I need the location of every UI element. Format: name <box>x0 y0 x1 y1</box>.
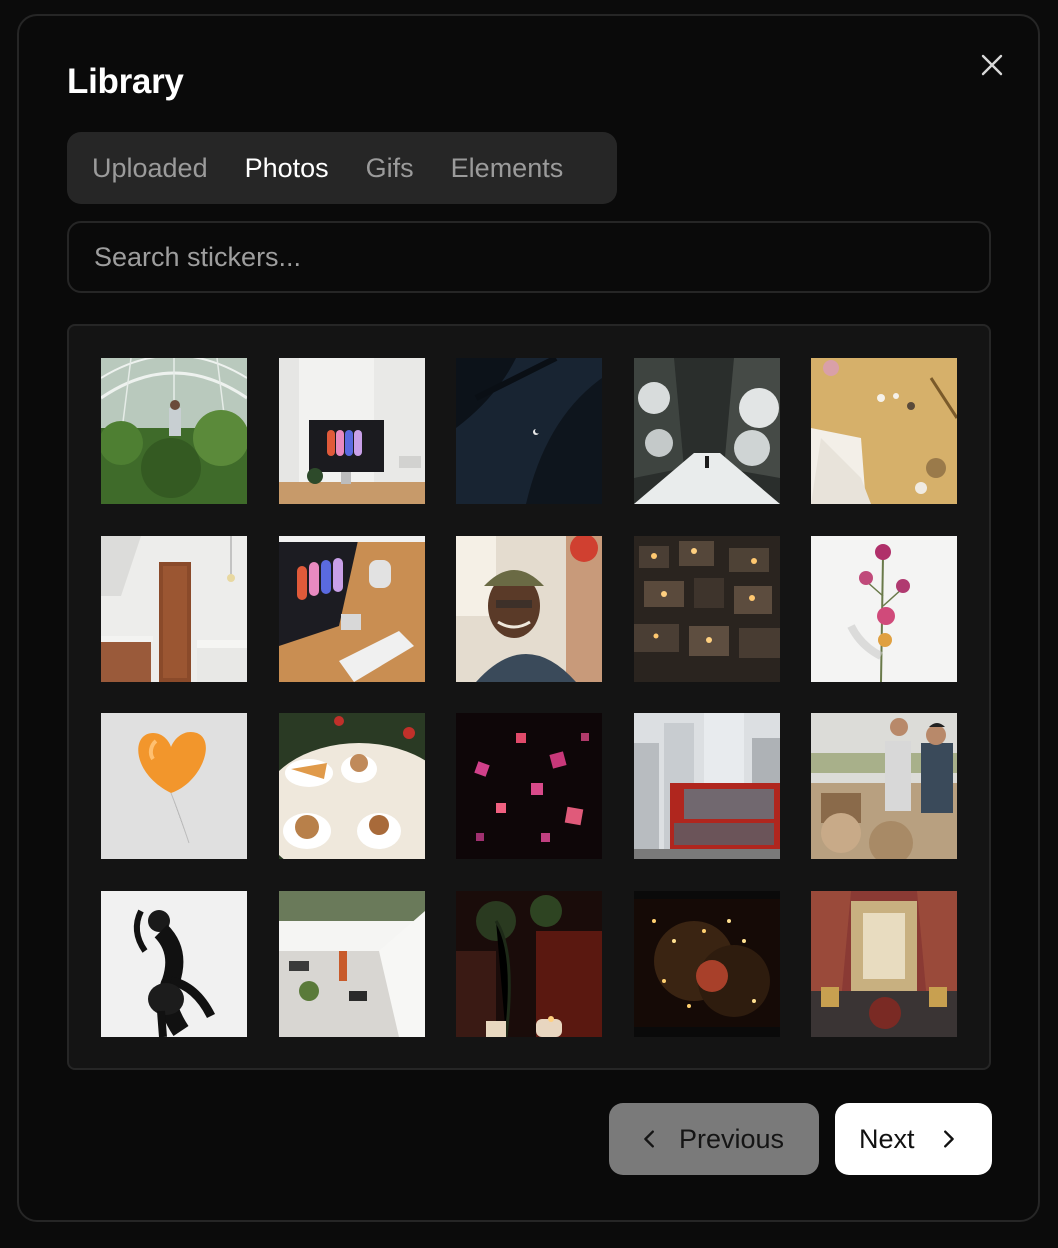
floating-gifts-photo <box>456 713 602 859</box>
city-red-bus-photo <box>634 713 780 859</box>
photo-tile[interactable] <box>456 891 602 1037</box>
cookies-coffee-table-photo <box>279 713 425 859</box>
desk-setup-topdown-photo <box>279 536 425 682</box>
photo-tile[interactable] <box>456 536 602 682</box>
photo-tile[interactable] <box>456 358 602 504</box>
orange-heart-balloon-photo <box>101 713 247 859</box>
photo-tile[interactable] <box>811 536 957 682</box>
photo-tile[interactable] <box>456 713 602 859</box>
snowy-forest-path-photo <box>634 358 780 504</box>
chevron-right-icon <box>943 1130 954 1148</box>
photo-tile[interactable] <box>101 358 247 504</box>
pink-flowers-photo <box>811 536 957 682</box>
gold-envelope-flatlay-photo <box>811 358 957 504</box>
dialog-title: Library <box>67 62 184 101</box>
tab-bar: Uploaded Photos Gifs Elements <box>67 132 617 204</box>
ornate-room-painting-photo <box>811 891 957 1037</box>
smiling-man-cap-photo <box>456 536 602 682</box>
previous-label: Previous <box>679 1123 785 1154</box>
tab-uploaded[interactable]: Uploaded <box>92 154 208 182</box>
tab-gifs[interactable]: Gifs <box>366 154 414 182</box>
search-field[interactable] <box>67 221 991 293</box>
palm-night-moon-photo <box>456 358 602 504</box>
photo-tile[interactable] <box>811 891 957 1037</box>
photo-tile[interactable] <box>279 891 425 1037</box>
photo-grid <box>67 324 991 1070</box>
previous-button[interactable]: Previous <box>609 1103 819 1175</box>
photo-tile[interactable] <box>279 358 425 504</box>
white-kitchen-photo <box>101 536 247 682</box>
photo-tile[interactable] <box>634 358 780 504</box>
photo-tile[interactable] <box>811 713 957 859</box>
close-icon <box>981 54 1003 76</box>
chevron-left-icon <box>644 1130 654 1148</box>
greenhouse-photo <box>101 358 247 504</box>
photo-tile[interactable] <box>811 358 957 504</box>
tab-elements[interactable]: Elements <box>451 154 564 182</box>
tab-photos[interactable]: Photos <box>245 154 329 182</box>
close-button[interactable] <box>976 49 1008 81</box>
dark-plant-candles-photo <box>456 891 602 1037</box>
hillside-town-night-photo <box>634 536 780 682</box>
next-label: Next <box>859 1123 915 1154</box>
search-input[interactable] <box>94 241 989 273</box>
street-balcony-photo <box>279 891 425 1037</box>
christmas-tree-film-photo <box>634 891 780 1037</box>
photo-tile[interactable] <box>634 891 780 1037</box>
photo-tile[interactable] <box>101 713 247 859</box>
photo-tile[interactable] <box>101 536 247 682</box>
photo-tile[interactable] <box>634 536 780 682</box>
photo-tile[interactable] <box>101 891 247 1037</box>
photo-tile[interactable] <box>279 536 425 682</box>
library-dialog: Library Uploaded Photos Gifs Elements Se… <box>17 14 1040 1222</box>
dancer-bw-photo <box>101 891 247 1037</box>
photo-tile[interactable] <box>279 713 425 859</box>
photo-tile[interactable] <box>634 713 780 859</box>
next-button[interactable]: Next <box>835 1103 992 1175</box>
desk-monitor-photo <box>279 358 425 504</box>
couple-harvest-photo <box>811 713 957 859</box>
